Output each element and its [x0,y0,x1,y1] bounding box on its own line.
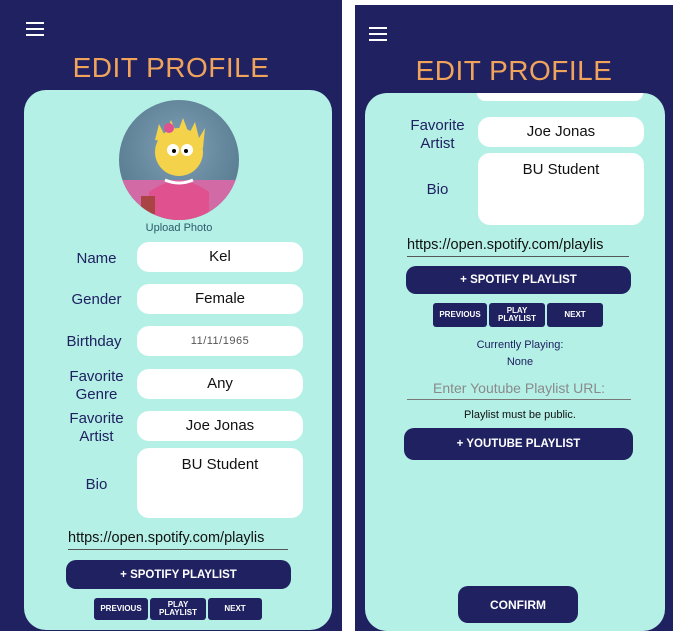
bio-label: Bio [85,476,108,493]
add-spotify-playlist-button[interactable]: + SPOTIFY PLAYLIST [66,560,291,589]
birthday-field[interactable]: 11/11/1965 [137,326,303,356]
genre-field-partial[interactable] [477,93,643,101]
youtube-note: Playlist must be public. [464,409,576,421]
bio-label: Bio [426,181,449,198]
genre-label-line2: Genre [75,386,118,403]
profile-avatar[interactable] [119,100,239,220]
artist-field[interactable]: Joe Jonas [478,117,644,147]
artist-label-line2: Artist [420,135,455,152]
next-button[interactable]: NEXT [208,598,262,620]
currently-playing-label: Currently Playing: [476,339,564,351]
artist-label-line1: Favorite [69,410,124,427]
youtube-url-input[interactable]: Enter Youtube Playlist URL: [407,380,631,400]
left-screen: EDIT PROFILE Upload Photo Name Kel Gende… [0,0,342,631]
upload-photo-link[interactable]: Upload Photo [119,222,239,234]
play-label-line2: PLAYLIST [498,314,536,323]
menu-icon[interactable] [26,22,44,36]
genre-field[interactable]: Any [137,369,303,399]
add-youtube-playlist-button[interactable]: + YOUTUBE PLAYLIST [404,428,633,460]
add-spotify-playlist-button[interactable]: + SPOTIFY PLAYLIST [406,266,631,294]
currently-playing-value: None [506,356,534,368]
confirm-button[interactable]: CONFIRM [458,586,578,623]
previous-button[interactable]: PREVIOUS [94,598,148,620]
bio-field[interactable]: BU Student [137,448,303,518]
page-title: EDIT PROFILE [415,55,613,86]
bio-field[interactable]: BU Student [478,153,644,225]
artist-label: Favorite Artist [395,117,480,153]
name-label: Name [76,250,117,267]
gender-field[interactable]: Female [137,284,303,314]
right-screen: EDIT PROFILE Favorite Artist Joe Jonas B… [355,5,673,631]
artist-label: Favorite Artist [54,410,139,446]
artist-label-line1: Favorite [410,117,465,134]
genre-label-line1: Favorite [69,368,124,385]
artist-label-line2: Artist [79,428,114,445]
play-label-line2: PLAYLIST [159,608,197,617]
menu-icon[interactable] [369,27,387,41]
play-playlist-button[interactable]: PLAY PLAYLIST [489,303,545,327]
artist-field[interactable]: Joe Jonas [137,411,303,441]
genre-label: Favorite Genre [54,368,139,404]
play-playlist-button[interactable]: PLAY PLAYLIST [150,598,206,620]
page-title: EDIT PROFILE [72,52,270,83]
previous-button[interactable]: PREVIOUS [433,303,487,327]
profile-card: Upload Photo Name Kel Gender Female Birt… [24,90,332,630]
spotify-url-input[interactable]: https://open.spotify.com/playlis [68,530,288,550]
avatar-image [119,118,239,220]
spotify-url-input[interactable]: https://open.spotify.com/playlis [407,237,629,257]
birthday-label: Birthday [66,333,122,350]
next-button[interactable]: NEXT [547,303,603,327]
name-field[interactable]: Kel [137,242,303,272]
gender-label: Gender [71,291,122,308]
profile-card-scrolled: Favorite Artist Joe Jonas Bio BU Student… [365,93,665,631]
